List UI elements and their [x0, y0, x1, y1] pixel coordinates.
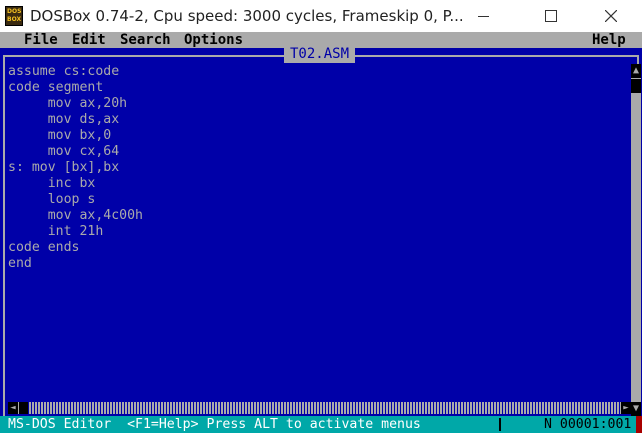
menu-file[interactable]: File [24, 32, 58, 48]
status-divider [499, 418, 501, 431]
menu-options[interactable]: Options [184, 32, 243, 48]
code-line: code ends [8, 240, 80, 255]
code-editor-area[interactable]: assume cs:code code segment mov ax,20h mo… [8, 64, 143, 272]
vertical-scroll-thumb[interactable] [631, 79, 641, 93]
scroll-down-icon[interactable]: ▼ [631, 402, 641, 416]
status-app-name: MS-DOS Editor [8, 417, 112, 432]
status-bar: MS-DOS Editor <F1=Help> Press ALT to act… [0, 416, 642, 433]
horizontal-scroll-thumb[interactable] [19, 402, 28, 414]
code-line: s: mov [bx],bx [8, 160, 120, 175]
menu-search[interactable]: Search [120, 32, 171, 48]
scroll-left-icon[interactable]: ◄ [8, 402, 18, 414]
window-title-bar[interactable]: DOS BOX DOSBox 0.74-2, Cpu speed: 3000 c… [0, 0, 642, 32]
horizontal-scrollbar[interactable]: ◄ ► [8, 402, 631, 414]
scroll-right-icon[interactable]: ► [621, 402, 631, 414]
close-button[interactable] [588, 0, 634, 32]
vertical-scrollbar[interactable]: ▲ ▼ [631, 64, 641, 416]
code-line: loop s [8, 192, 96, 207]
dos-editor-screen: File Edit Search Options Help T02.ASM as… [0, 32, 642, 433]
icon-label-top: DOS [7, 8, 22, 15]
code-line: mov ds,ax [8, 112, 120, 127]
status-position: N 00001:001 [544, 416, 631, 433]
code-line: mov ax,4c00h [8, 208, 143, 223]
dosbox-icon: DOS BOX [5, 6, 23, 26]
scroll-up-icon[interactable]: ▲ [631, 64, 641, 78]
menu-edit[interactable]: Edit [72, 32, 106, 48]
code-line: mov cx,64 [8, 144, 120, 159]
minimize-button[interactable] [461, 0, 507, 32]
code-line: int 21h [8, 224, 104, 239]
window-title: DOSBox 0.74-2, Cpu speed: 3000 cycles, F… [30, 7, 464, 25]
menu-help[interactable]: Help [592, 32, 626, 48]
code-line: end [8, 256, 32, 271]
status-end-block [636, 416, 642, 433]
status-mode: N [544, 417, 552, 432]
code-line: mov bx,0 [8, 128, 112, 143]
code-line: assume cs:code [8, 64, 120, 79]
maximize-button[interactable] [528, 0, 574, 32]
icon-label-bottom: BOX [7, 16, 22, 23]
code-line: inc bx [8, 176, 96, 191]
document-title: T02.ASM [284, 46, 356, 63]
status-message: MS-DOS Editor <F1=Help> Press ALT to act… [8, 416, 421, 433]
code-line: mov ax,20h [8, 96, 128, 111]
close-icon [605, 10, 617, 22]
status-hint: <F1=Help> Press ALT to activate menus [127, 417, 421, 432]
cursor-position: 00001:001 [559, 417, 632, 432]
code-line: code segment [8, 80, 104, 95]
